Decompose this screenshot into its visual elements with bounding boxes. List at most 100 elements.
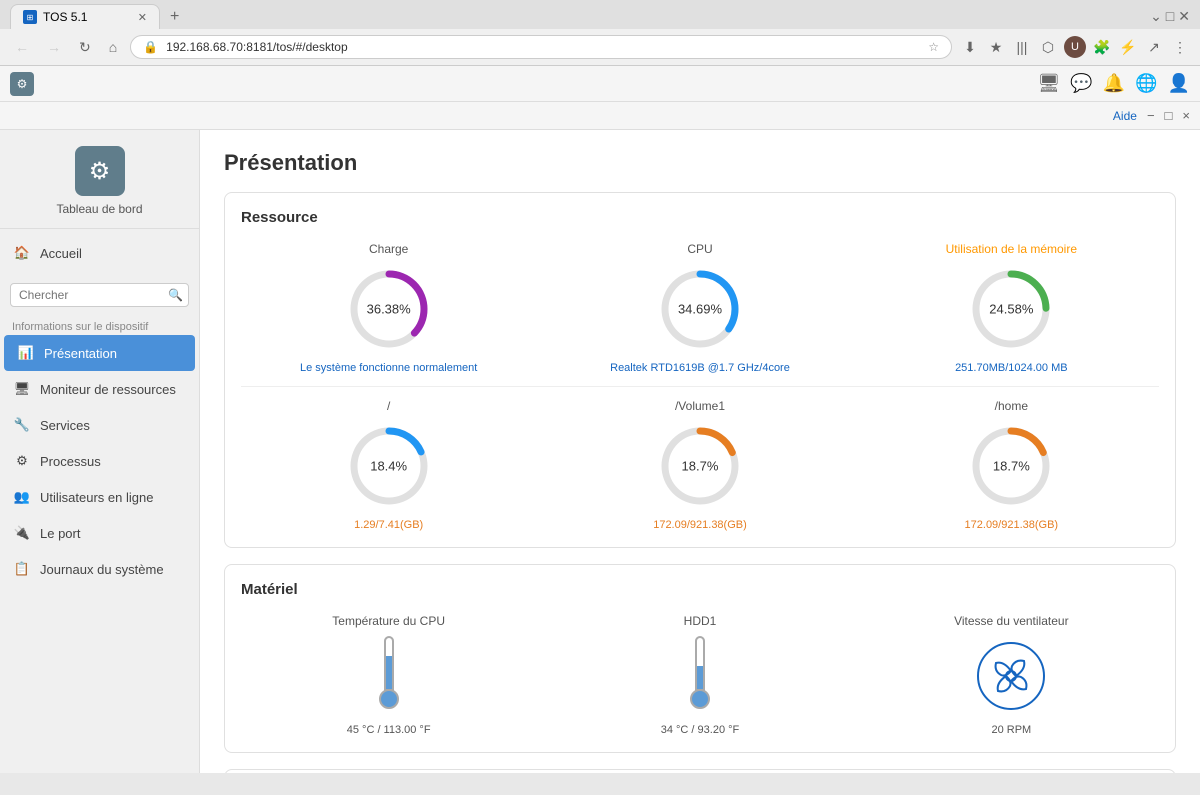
sidebar-item-presentation[interactable]: 📊 Présentation: [4, 335, 195, 371]
services-label: Services: [40, 418, 90, 433]
sidebar-item-journaux[interactable]: 📋 Journaux du système: [0, 551, 199, 587]
processus-icon: ⚙: [12, 451, 32, 471]
hdd1-thermometer: [688, 636, 712, 716]
cpu-label: CPU: [687, 242, 712, 256]
download-icon[interactable]: ⬇: [960, 37, 980, 57]
tab-title: TOS 5.1: [43, 10, 87, 24]
charge-sublabel: Le système fonctionne normalement: [300, 362, 477, 374]
sidebar-logo-text: Tableau de bord: [56, 202, 142, 216]
profile-icon[interactable]: U: [1064, 36, 1086, 58]
aide-restore[interactable]: □: [1165, 108, 1173, 123]
sidebar-item-accueil[interactable]: 🏠 Accueil: [0, 235, 199, 271]
sidebar-item-processus[interactable]: ⚙ Processus: [0, 443, 199, 479]
menu-icon[interactable]: ⋮: [1170, 37, 1190, 57]
root-sublabel: 1.29/7.41(GB): [354, 519, 423, 531]
topbar-right: 🖥 💬 🔔 🌐 👤: [1037, 73, 1190, 94]
cpu-thermo-tube: [384, 636, 394, 691]
minimize-browser[interactable]: ⌄: [1150, 8, 1162, 25]
history-icon[interactable]: |||: [1012, 37, 1032, 57]
back-button[interactable]: ←: [10, 37, 34, 57]
message-icon[interactable]: 💬: [1070, 73, 1092, 94]
restore-browser[interactable]: □: [1166, 8, 1174, 25]
main-content: Présentation Ressource Charge 36.38% Le …: [200, 130, 1200, 773]
utilisateurs-label: Utilisateurs en ligne: [40, 490, 153, 505]
bookmark-icon[interactable]: ☆: [928, 40, 939, 54]
cpu-temp-label: Température du CPU: [332, 614, 445, 628]
page-title: Présentation: [224, 150, 1176, 176]
memoire-sublabel: 251.70MB/1024.00 MB: [955, 362, 1068, 374]
cpu-sublabel: Realtek RTD1619B @1.7 GHz/4core: [610, 362, 790, 374]
materiel-title: Matériel: [241, 581, 1159, 598]
home-button[interactable]: ⌂: [104, 37, 122, 57]
temp-grid: Température du CPU 45 °C / 113.00 °F HDD…: [241, 614, 1159, 736]
ressource-title: Ressource: [241, 209, 1159, 226]
root-label: /: [387, 399, 390, 413]
sidebar-logo-icon: ⚙: [75, 146, 125, 196]
search-wrap: 🔍: [10, 283, 189, 307]
app-container: ⚙ Tableau de bord 🏠 Accueil 🔍 Informatio…: [0, 130, 1200, 773]
home-icon: 🏠: [12, 243, 32, 263]
sidebar-nav: 🏠 Accueil: [0, 229, 199, 277]
aide-bar: Aide − □ ×: [0, 102, 1200, 130]
sidebar-item-moniteur[interactable]: 🖥 Moniteur de ressources: [0, 371, 199, 407]
browser-actions: ⬇ ★ ||| ⬡ U 🧩 ⚡ ↗ ⋮: [960, 36, 1190, 58]
aide-separator: −: [1147, 108, 1155, 123]
close-browser[interactable]: ✕: [1178, 8, 1190, 25]
forward-button[interactable]: →: [42, 37, 66, 57]
home-gauge-canvas: 18.7%: [966, 421, 1056, 511]
share-icon[interactable]: ↗: [1144, 37, 1164, 57]
tab-close-button[interactable]: ✕: [138, 11, 147, 24]
gauge-root: / 18.4% 1.29/7.41(GB): [241, 399, 536, 531]
app-topbar: ⚙ 🖥 💬 🔔 🌐 👤: [0, 66, 1200, 102]
browser-chrome: ⊞ TOS 5.1 ✕ + ⌄ □ ✕ ← → ↻ ⌂ 🔒 192.168.68…: [0, 0, 1200, 66]
bookmark-list-icon[interactable]: ★: [986, 37, 1006, 57]
users-icon: 👥: [12, 487, 32, 507]
browser-toolbar: ← → ↻ ⌂ 🔒 192.168.68.70:8181/tos/#/deskt…: [0, 29, 1200, 65]
aide-close[interactable]: ×: [1182, 108, 1190, 123]
port-label: Le port: [40, 526, 80, 541]
presentation-icon: 📊: [16, 343, 36, 363]
cpu-thermo-fill: [386, 656, 392, 689]
address-bar[interactable]: 🔒 192.168.68.70:8181/tos/#/desktop ☆: [130, 35, 952, 59]
extension1-icon[interactable]: 🧩: [1092, 37, 1112, 57]
search-input[interactable]: [10, 283, 189, 307]
gauge-volume1: /Volume1 18.7% 172.09/921.38(GB): [552, 399, 847, 531]
sidebar-item-utilisateurs[interactable]: 👥 Utilisateurs en ligne: [0, 479, 199, 515]
screen-icon[interactable]: 🖥: [1037, 73, 1060, 94]
hdd1-label: HDD1: [684, 614, 717, 628]
fan-value: 20 RPM: [991, 724, 1031, 736]
home-label: /home: [995, 399, 1028, 413]
url-text: 192.168.68.70:8181/tos/#/desktop: [166, 40, 920, 54]
services-icon: 🔧: [12, 415, 32, 435]
tab-bar: ⊞ TOS 5.1 ✕ + ⌄ □ ✕: [0, 0, 1200, 29]
extension2-icon[interactable]: ⚡: [1118, 37, 1138, 57]
charge-value: 36.38%: [367, 302, 411, 317]
cpu-thermometer: [377, 636, 401, 716]
refresh-button[interactable]: ↻: [74, 37, 96, 58]
divider1: [241, 386, 1159, 387]
globe-icon[interactable]: 🌐: [1135, 73, 1157, 94]
sidebar-item-services[interactable]: 🔧 Services: [0, 407, 199, 443]
user-icon[interactable]: 👤: [1168, 73, 1190, 94]
sidebar-section-label: Informations sur le dispositif: [0, 313, 199, 335]
extensions-icon[interactable]: ⬡: [1038, 37, 1058, 57]
browser-tab[interactable]: ⊞ TOS 5.1 ✕: [10, 4, 160, 29]
bell-icon[interactable]: 🔔: [1103, 73, 1125, 94]
cpu-thermo-bulb: [379, 689, 399, 709]
processus-label: Processus: [40, 454, 101, 469]
home-value: 18.7%: [993, 459, 1030, 474]
hdd1-value: 34 °C / 93.20 °F: [661, 724, 740, 736]
aide-link[interactable]: Aide: [1113, 109, 1137, 123]
ressource-section: Ressource Charge 36.38% Le système fonct…: [224, 192, 1176, 548]
fan-item: Vitesse du ventilateur 20 RPM: [864, 614, 1159, 736]
lock-icon: 🔒: [143, 40, 158, 54]
charge-gauge-canvas: 36.38%: [344, 264, 434, 354]
accueil-label: Accueil: [40, 246, 82, 261]
new-tab-button[interactable]: +: [164, 6, 185, 28]
sidebar-item-port[interactable]: 🔌 Le port: [0, 515, 199, 551]
app-topbar-logo: ⚙: [10, 72, 34, 96]
sidebar: ⚙ Tableau de bord 🏠 Accueil 🔍 Informatio…: [0, 130, 200, 773]
logs-icon: 📋: [12, 559, 32, 579]
gauge-memoire: Utilisation de la mémoire 24.58% 251.70M…: [864, 242, 1159, 374]
fan-svg: [976, 641, 1046, 711]
